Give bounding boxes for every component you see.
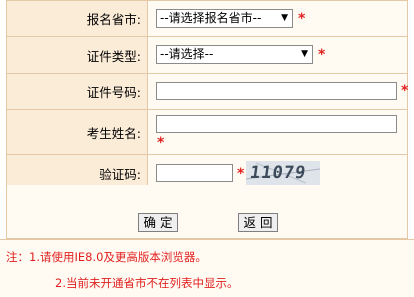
- cert-type-label: 证件类型:: [7, 37, 148, 73]
- cert-no-input[interactable]: [156, 82, 397, 100]
- required-star: *: [401, 83, 409, 99]
- cert-type-select[interactable]: --请选择-- ▼: [156, 45, 313, 64]
- row-cert-no: 证件号码: *: [6, 74, 408, 110]
- required-star: *: [298, 11, 306, 27]
- back-button[interactable]: 返 回: [238, 213, 278, 232]
- province-label: 报名省市:: [7, 1, 148, 36]
- note-line-1: 注：1.请使用IE8.0及更高版本浏览器。: [6, 250, 207, 264]
- province-select[interactable]: --请选择报名省市-- ▼: [156, 9, 293, 28]
- captcha-image[interactable]: 11079: [246, 161, 320, 185]
- row-cert-type: 证件类型: --请选择-- ▼ *: [6, 37, 408, 74]
- province-select-value: --请选择报名省市--: [160, 11, 262, 25]
- cert-type-field-cell: --请选择-- ▼ *: [149, 37, 407, 73]
- province-field-cell: --请选择报名省市-- ▼ *: [149, 1, 407, 36]
- chevron-down-icon: ▼: [281, 13, 288, 23]
- confirm-button[interactable]: 确 定: [138, 213, 178, 232]
- required-star: *: [318, 47, 326, 63]
- captcha-input[interactable]: [156, 164, 233, 182]
- name-field-cell: *: [149, 110, 407, 154]
- row-name: 考生姓名: *: [6, 110, 408, 155]
- cert-type-select-value: --请选择--: [160, 47, 214, 61]
- cert-no-field-cell: *: [149, 74, 409, 109]
- button-row: 确 定 返 回: [6, 185, 408, 239]
- required-star: *: [157, 135, 165, 151]
- chevron-down-icon: ▼: [301, 49, 308, 59]
- name-input[interactable]: [156, 115, 397, 133]
- name-label: 考生姓名:: [7, 110, 148, 154]
- captcha-text: 11079: [248, 163, 308, 183]
- required-star: *: [237, 166, 245, 182]
- row-province: 报名省市: --请选择报名省市-- ▼ *: [6, 0, 408, 37]
- note-line-2: 2.当前未开通省市不在列表中显示。: [55, 276, 239, 290]
- notes-panel: 注：1.请使用IE8.0及更高版本浏览器。 2.当前未开通省市不在列表中显示。: [0, 239, 414, 297]
- query-form: 报名省市: --请选择报名省市-- ▼ * 证件类型: --请选择-- ▼ * …: [6, 0, 408, 192]
- cert-no-label: 证件号码:: [7, 74, 148, 109]
